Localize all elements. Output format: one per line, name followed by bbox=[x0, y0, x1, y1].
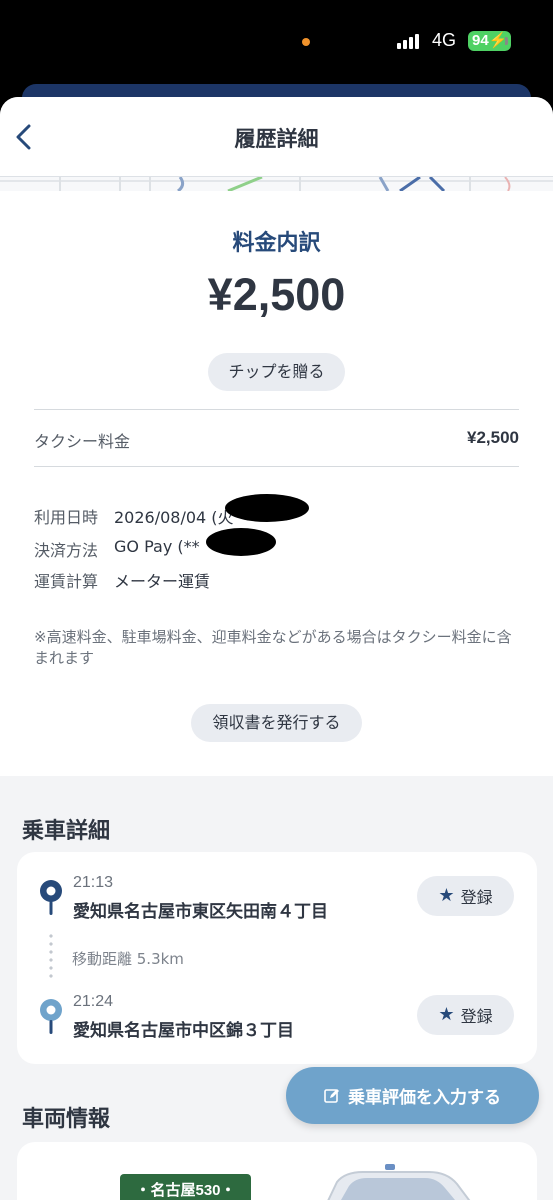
redaction-mark bbox=[206, 528, 276, 556]
pickup-pin-icon bbox=[40, 880, 62, 915]
info-value: GO Pay (** bbox=[114, 537, 200, 556]
taxi-fare-label: タクシー料金 bbox=[34, 432, 131, 451]
route-dotted-line bbox=[49, 932, 53, 980]
info-row-payment: 決済方法 GO Pay (** bbox=[34, 537, 200, 561]
license-plate: ・名古屋530・ bbox=[120, 1174, 251, 1200]
fare-note: ※高速料金、駐車場料金、迎車料金などがある場合はタクシー料金に含まれます bbox=[34, 628, 512, 667]
fare-title: 料金内訳 bbox=[232, 231, 321, 256]
info-label: 決済方法 bbox=[34, 541, 99, 560]
ride-distance: 移動距離 5.3km bbox=[72, 950, 184, 968]
network-label: 4G bbox=[432, 30, 457, 50]
star-icon: ★ bbox=[438, 885, 455, 906]
signal-icon bbox=[397, 34, 419, 49]
vehicle-info-heading: 車両情報 bbox=[22, 1107, 111, 1132]
taxi-fare-value: ¥2,500 bbox=[467, 428, 519, 447]
battery-level: 94 bbox=[472, 32, 489, 49]
tip-button[interactable]: チップを贈る bbox=[208, 353, 345, 391]
fare-total: ¥2,500 bbox=[207, 269, 346, 320]
dropoff-time: 21:24 bbox=[73, 993, 114, 1010]
privacy-indicator-dot bbox=[302, 38, 310, 46]
rate-ride-button[interactable]: 乗車評価を入力する bbox=[286, 1067, 539, 1124]
dropoff-address: 愛知県名古屋市中区錦３丁目 bbox=[73, 1021, 294, 1041]
pickup-address: 愛知県名古屋市東区矢田南４丁目 bbox=[73, 902, 328, 922]
info-row-datetime: 利用日時 2026/08/04 (火 bbox=[34, 504, 234, 528]
rate-ride-label: 乗車評価を入力する bbox=[348, 1088, 501, 1108]
info-label: 運賃計算 bbox=[34, 572, 99, 591]
register-label: 登録 bbox=[460, 888, 493, 907]
dropoff-pin-icon bbox=[40, 999, 62, 1034]
pickup-time: 21:13 bbox=[73, 874, 114, 891]
info-row-fare-calc: 運賃計算 メーター運賃 bbox=[34, 568, 210, 592]
taxi-car-icon bbox=[327, 1164, 471, 1200]
issue-receipt-button[interactable]: 領収書を発行する bbox=[191, 704, 362, 742]
vehicle-info-card: ・名古屋530・ bbox=[17, 1142, 537, 1200]
ride-details-heading: 乗車詳細 bbox=[22, 819, 111, 844]
register-dropoff-button[interactable]: ★ 登録 bbox=[417, 995, 514, 1035]
info-value: 2026/08/04 (火 bbox=[114, 508, 234, 527]
page-title: 履歴詳細 bbox=[234, 127, 319, 151]
star-icon: ★ bbox=[438, 1004, 455, 1025]
info-label: 利用日時 bbox=[34, 508, 99, 527]
register-label: 登録 bbox=[460, 1007, 493, 1026]
status-bar: 4G 94⚡ bbox=[0, 0, 553, 84]
fare-breakdown-card: 料金内訳 ¥2,500 チップを贈る タクシー料金 ¥2,500 利用日時 20… bbox=[0, 191, 553, 776]
info-value: メーター運賃 bbox=[114, 572, 211, 591]
divider bbox=[34, 466, 519, 467]
ride-details-card: 21:13 愛知県名古屋市東区矢田南４丁目 ★ 登録 移動距離 5.3km 21… bbox=[17, 852, 537, 1064]
register-pickup-button[interactable]: ★ 登録 bbox=[417, 876, 514, 916]
route-map-preview[interactable] bbox=[0, 177, 553, 191]
nav-bar: 履歴詳細 bbox=[0, 97, 553, 177]
battery-cap bbox=[505, 37, 508, 45]
redaction-mark bbox=[225, 494, 309, 522]
history-detail-sheet: 履歴詳細 料金内訳 ¥2,500 チップを贈る タクシー料金 ¥2,500 利用… bbox=[0, 97, 553, 1200]
edit-icon bbox=[324, 1088, 339, 1103]
divider bbox=[34, 409, 519, 410]
